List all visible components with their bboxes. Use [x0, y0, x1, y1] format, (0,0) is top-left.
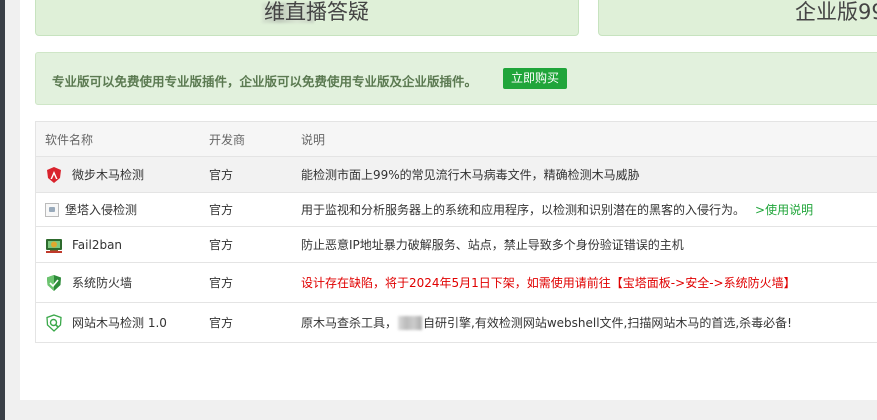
buy-now-button[interactable]: 立即购买 [503, 68, 568, 89]
plugin-developer: 官方 [209, 168, 234, 182]
plugin-description-continued: 自研引擎,有效检测网站webshell文件,扫描网站木马的首选,杀毒必备! [423, 316, 792, 330]
plugin-name-cell[interactable]: 网站木马检测 1.0 [45, 303, 167, 342]
notice-text: 专业版可以免费使用专业版插件，企业版可以免费使用专业版及企业版插件。 [52, 74, 478, 89]
plugin-description: 能检测市面上99%的常见流行木马病毒文件，精确检测木马威胁 [301, 168, 640, 182]
plugin-name: 微步木马检测 [72, 168, 145, 182]
plugin-developer: 官方 [209, 276, 234, 290]
live-qa-card-label: 维直播答疑 [264, 0, 369, 24]
plugin-name: 堡塔入侵检测 [65, 203, 138, 217]
green-shield-icon [47, 274, 61, 291]
enterprise-card-label: 企业版99 [795, 0, 877, 24]
plugin-name-cell[interactable]: 微步木马检测 [45, 157, 144, 192]
table-row[interactable]: 系统防火墙 官方 设计存在缺陷，将于2024年5月1日下架，如需使用请前往【宝塔… [36, 263, 877, 303]
col-header-name: 软件名称 [45, 132, 94, 147]
usage-guide-link[interactable]: >使用说明 [755, 201, 813, 218]
plugin-name-cell[interactable]: 系统防火墙 [45, 263, 132, 302]
table-row[interactable]: 堡塔入侵检测 官方 用于监视和分析服务器上的系统和应用程序，以检测和识别潜在的黑… [36, 193, 877, 227]
blurred-text [398, 315, 423, 330]
plugin-name: 网站木马检测 1.0 [72, 316, 167, 330]
plugin-notice: 专业版可以免费使用专业版插件，企业版可以免费使用专业版及企业版插件。 立即购买 [35, 52, 877, 105]
plugin-description: 原木马查杀工具， [301, 316, 398, 330]
left-sidebar-edge [0, 0, 5, 420]
plugin-description-cell: 原木马查杀工具， 自研引擎,有效检测网站webshell文件,扫描网站木马的首选… [301, 303, 792, 342]
plugin-table: 软件名称 开发商 说明 微步木马检测 官方 能检测市面上99%的常见流行木马病毒… [35, 121, 877, 343]
plugin-description: 设计存在缺陷，将于2024年5月1日下架，如需使用请前往【宝塔面板->安全->系… [301, 276, 796, 290]
col-header-developer: 开发商 [209, 132, 246, 147]
live-qa-card[interactable]: 维直播答疑 [35, 0, 579, 36]
plugin-developer: 官方 [209, 238, 234, 252]
table-row[interactable]: 微步木马检测 官方 能检测市面上99%的常见流行木马病毒文件，精确检测木马威胁 [36, 157, 877, 193]
table-row[interactable]: 网站木马检测 1.0 官方 原木马查杀工具， 自研引擎,有效检测网站webshe… [36, 303, 877, 343]
plugin-description-cell: 用于监视和分析服务器上的系统和应用程序，以检测和识别潜在的黑客的入侵行为。 >使… [301, 193, 813, 226]
plugin-name: 系统防火墙 [72, 276, 133, 290]
broken-image-icon [45, 202, 59, 217]
plugin-description: 用于监视和分析服务器上的系统和应用程序，以检测和识别潜在的黑客的入侵行为。 [301, 203, 746, 217]
plugin-name-cell[interactable]: Fail2ban [45, 227, 122, 262]
col-header-description: 说明 [301, 132, 326, 147]
plugin-name: Fail2ban [72, 237, 123, 252]
table-row[interactable]: Fail2ban 官方 防止恶意IP地址暴力破解服务、站点，禁止导致多个身份验证… [36, 227, 877, 263]
red-shield-icon [47, 166, 61, 183]
fail2ban-icon [46, 238, 62, 253]
plugin-developer: 官方 [209, 316, 234, 330]
plugin-name-cell[interactable]: 堡塔入侵检测 [45, 193, 137, 226]
table-header: 软件名称 开发商 说明 [36, 122, 877, 157]
plugin-description: 防止恶意IP地址暴力破解服务、站点，禁止导致多个身份验证错误的主机 [301, 238, 684, 252]
scan-shield-icon [46, 313, 62, 332]
plugin-developer: 官方 [209, 203, 234, 217]
enterprise-card[interactable]: 企业版99 [598, 0, 877, 36]
